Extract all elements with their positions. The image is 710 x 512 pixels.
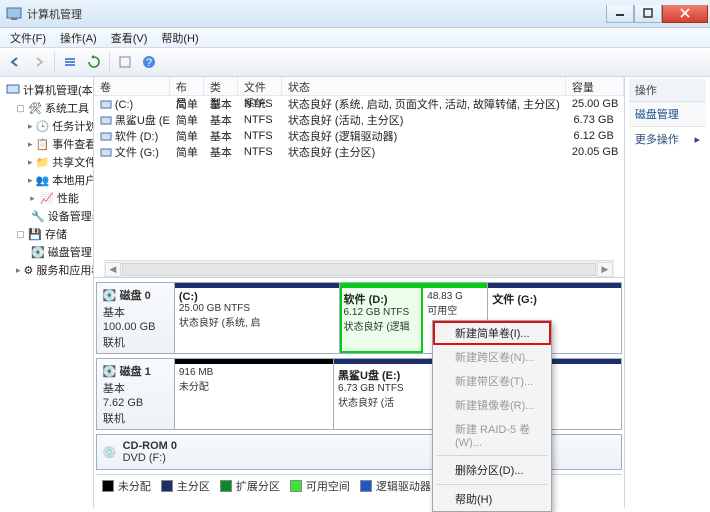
menu-file[interactable]: 文件(F) (4, 28, 52, 48)
app-icon (6, 6, 22, 22)
volume-icon (100, 130, 112, 142)
ctx-new-mirrored-volume: 新建镜像卷(R)... (433, 393, 551, 417)
toolbar-extra-button[interactable] (114, 51, 136, 73)
services-icon: ⚙ (24, 263, 34, 277)
close-button[interactable] (662, 5, 708, 23)
horizontal-scrollbar[interactable]: ◀ ▶ (104, 260, 614, 277)
tree-perf[interactable]: ▸📈性能 (2, 189, 91, 207)
col-fs[interactable]: 文件系统 (238, 77, 282, 95)
collapse-icon: ▢ (16, 229, 25, 240)
table-row[interactable]: (C:)简单基本NTFS状态良好 (系统, 启动, 页面文件, 活动, 故障转储… (94, 96, 624, 112)
clock-icon: 🕒 (36, 119, 50, 133)
disk-icon: 💽 (103, 365, 117, 378)
users-icon: 👥 (36, 173, 50, 187)
scroll-right-icon[interactable]: ▶ (597, 262, 613, 277)
ctx-delete-partition[interactable]: 删除分区(D)... (433, 458, 551, 482)
expand-icon: ▸ (16, 265, 21, 276)
chevron-right-icon: ▸ (694, 133, 700, 146)
expand-icon: ▸ (28, 175, 33, 186)
help-button[interactable]: ? (138, 51, 160, 73)
event-icon: 📋 (36, 137, 50, 151)
volume-list: 卷 布局 类型 文件系统 状态 容量 (C:)简单基本NTFS状态良好 (系统,… (94, 77, 624, 277)
toolbar-views-button[interactable] (59, 51, 81, 73)
device-icon: 🔧 (31, 209, 45, 223)
forward-button[interactable] (28, 51, 50, 73)
col-status[interactable]: 状态 (282, 77, 566, 95)
col-volume[interactable]: 卷 (94, 77, 170, 95)
refresh-button[interactable] (83, 51, 105, 73)
perf-icon: 📈 (40, 191, 54, 205)
toolbar-divider (54, 52, 55, 72)
table-row[interactable]: 软件 (D:)简单基本NTFS状态良好 (逻辑驱动器)6.12 GB (94, 128, 624, 144)
tree-systools[interactable]: ▢🛠系统工具 (2, 99, 91, 117)
expand-icon: ▸ (28, 193, 37, 204)
menu-help[interactable]: 帮助(H) (155, 28, 204, 48)
scroll-left-icon[interactable]: ◀ (105, 262, 121, 277)
back-button[interactable] (4, 51, 26, 73)
window-titlebar: 计算机管理 (0, 0, 710, 28)
volume-icon (100, 98, 112, 110)
expand-icon: ▸ (28, 139, 33, 150)
tree-storage[interactable]: ▢💾存储 (2, 225, 91, 243)
minimize-button[interactable] (606, 5, 634, 23)
scrollbar-thumb[interactable] (122, 263, 596, 276)
menu-view[interactable]: 查看(V) (105, 28, 154, 48)
window-title: 计算机管理 (27, 6, 82, 22)
volume-icon (100, 114, 112, 126)
col-type[interactable]: 类型 (204, 77, 238, 95)
tree-localusers[interactable]: ▸👥本地用户和组 (2, 171, 91, 189)
disk-icon: 💽 (103, 289, 117, 302)
svg-text:?: ? (146, 57, 152, 69)
ctx-new-raid5-volume: 新建 RAID-5 卷(W)... (433, 417, 551, 453)
col-capacity[interactable]: 容量 (566, 77, 624, 95)
maximize-button[interactable] (634, 5, 662, 23)
ctx-new-simple-volume[interactable]: 新建简单卷(I)... (433, 321, 551, 345)
menu-action[interactable]: 操作(A) (54, 28, 103, 48)
tree-root[interactable]: 计算机管理(本地) (2, 81, 91, 99)
nav-tree: 计算机管理(本地) ▢🛠系统工具 ▸🕒任务计划程序 ▸📋事件查看器 ▸📁共享文件… (0, 77, 94, 508)
partition-d[interactable]: 软件 (D:) 6.12 GB NTFS 状态良好 (逻辑 (340, 283, 424, 353)
cdrom-icon: 💿 (103, 446, 117, 459)
context-menu: 新建简单卷(I)... 新建跨区卷(N)... 新建带区卷(T)... 新建镜像… (432, 320, 552, 512)
ctx-new-spanned-volume: 新建跨区卷(N)... (433, 345, 551, 369)
tree-shared[interactable]: ▸📁共享文件夹 (2, 153, 91, 171)
table-row[interactable]: 黑鲨U盘 (E:)简单基本NTFS状态良好 (活动, 主分区)6.73 GB (94, 112, 624, 128)
col-layout[interactable]: 布局 (170, 77, 204, 95)
menubar: 文件(F) 操作(A) 查看(V) 帮助(H) (0, 28, 710, 48)
actions-more[interactable]: 更多操作▸ (629, 127, 706, 151)
toolbar-divider (109, 52, 110, 72)
collapse-icon: ▢ (16, 103, 25, 114)
partition-c[interactable]: (C:) 25.00 GB NTFS 状态良好 (系统, 启 (175, 283, 340, 353)
expand-icon: ▸ (28, 157, 33, 168)
volume-list-header: 卷 布局 类型 文件系统 状态 容量 (94, 77, 624, 96)
tree-eventviewer[interactable]: ▸📋事件查看器 (2, 135, 91, 153)
computer-icon (6, 83, 20, 97)
partition-unalloc[interactable]: 916 MB 未分配 (175, 359, 334, 429)
tree-taskscheduler[interactable]: ▸🕒任务计划程序 (2, 117, 91, 135)
disk-icon: 💽 (31, 245, 45, 259)
folder-icon: 📁 (36, 155, 50, 169)
expand-icon: ▸ (28, 121, 33, 132)
tree-devmgr[interactable]: 🔧设备管理器 (2, 207, 91, 225)
toolbar: ? (0, 48, 710, 77)
storage-icon: 💾 (28, 227, 42, 241)
volume-icon (100, 146, 112, 158)
actions-title: 磁盘管理 (629, 102, 706, 127)
tree-diskmgmt[interactable]: 💽磁盘管理 (2, 243, 91, 261)
tree-services[interactable]: ▸⚙服务和应用程序 (2, 261, 91, 279)
ctx-new-striped-volume: 新建带区卷(T)... (433, 369, 551, 393)
wrench-icon: 🛠 (28, 101, 42, 115)
actions-panel: 操作 磁盘管理 更多操作▸ (625, 77, 710, 508)
actions-header: 操作 (629, 79, 706, 102)
table-row[interactable]: 文件 (G:)简单基本NTFS状态良好 (主分区)20.05 GB (94, 144, 624, 160)
ctx-help[interactable]: 帮助(H) (433, 487, 551, 511)
